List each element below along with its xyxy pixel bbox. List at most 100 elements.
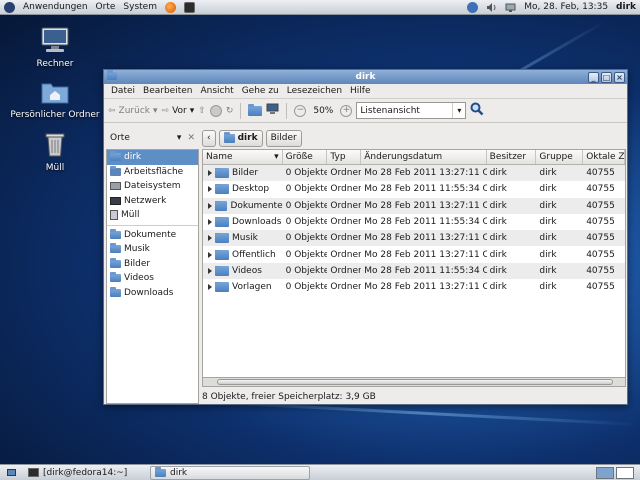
desktop-icon-trash[interactable]: Müll (5, 131, 105, 173)
back-button[interactable]: ⇦ Zurück ▾ (108, 106, 158, 116)
table-row[interactable]: Videos 0 Objekte Ordner Mo 28 Feb 2011 11:5… (203, 262, 625, 280)
close-sidebar-icon[interactable]: ✕ (187, 133, 195, 143)
expander-icon[interactable] (208, 251, 212, 258)
table-row[interactable]: Bilder 0 Objekte Ordner Mo 28 Feb 2011 13:2… (203, 165, 625, 182)
expander-icon[interactable] (208, 235, 212, 242)
view-mode-select[interactable]: Listenansicht ▾ (356, 102, 467, 119)
forward-label: Vor (172, 105, 187, 116)
sidebar-item-filesystem[interactable]: Dateisystem (107, 179, 198, 194)
sidebar-item-videos[interactable]: Videos (107, 271, 198, 286)
menu-view[interactable]: Ansicht (197, 86, 238, 96)
firefox-launcher-icon[interactable] (161, 0, 180, 15)
column-header-size[interactable]: Größe (283, 150, 328, 164)
menu-applications[interactable]: Anwendungen (19, 0, 92, 15)
breadcrumb-back-button[interactable]: ‹ (202, 129, 216, 147)
home-button[interactable] (248, 103, 263, 116)
menu-help[interactable]: Hilfe (347, 86, 375, 96)
cell-group: dirk (539, 282, 557, 293)
horizontal-scrollbar[interactable] (202, 377, 626, 387)
sidebar-item-documents[interactable]: Dokumente (107, 228, 198, 243)
taskbar-item-file-manager[interactable]: dirk (150, 465, 310, 480)
update-icon[interactable] (463, 0, 482, 15)
chevron-down-icon: ▾ (452, 103, 465, 118)
window-titlebar[interactable]: dirk _ □ × (104, 69, 627, 84)
close-button[interactable]: × (614, 71, 625, 83)
menu-file[interactable]: Datei (108, 86, 140, 96)
table-row[interactable]: Desktop 0 Objekte Ordner Mo 28 Feb 2011 11:… (203, 181, 625, 197)
table-row[interactable]: Musik 0 Objekte Ordner Mo 28 Feb 2011 13:27… (203, 230, 625, 247)
minimize-button[interactable]: _ (588, 71, 599, 83)
network-status-icon[interactable] (501, 0, 520, 15)
folder-icon (110, 228, 121, 239)
cell-permissions: 40755 (586, 233, 615, 244)
column-header-permissions[interactable]: Oktale Zu (583, 150, 625, 164)
expander-icon[interactable] (208, 170, 212, 177)
sidebar-item-pictures[interactable]: Bilder (107, 257, 198, 272)
column-header-type[interactable]: Typ (327, 150, 362, 164)
volume-icon[interactable] (482, 0, 501, 15)
home-folder-icon (248, 103, 263, 116)
sidebar-item-downloads[interactable]: Downloads (107, 286, 198, 301)
zoom-in-button[interactable]: + (340, 104, 353, 117)
table-row[interactable]: Vorlagen 0 Objekte Ordner Mo 28 Feb 2011 13… (203, 279, 625, 295)
sidebar-item-music[interactable]: Musik (107, 242, 198, 257)
menu-go[interactable]: Gehe zu (239, 86, 284, 96)
network-icon (110, 196, 121, 205)
expander-icon[interactable] (208, 284, 212, 291)
sidebar-item-network[interactable]: Netzwerk (107, 194, 198, 209)
panel-clock[interactable]: Mo, 28. Feb, 13:35 (520, 0, 612, 15)
expander-icon[interactable] (208, 219, 212, 226)
sidebar-item-desktop[interactable]: Arbeitsfläche (107, 165, 198, 180)
workspace-1[interactable] (596, 466, 614, 479)
sidebar-item-label: dirk (124, 152, 142, 163)
column-header-owner[interactable]: Besitzer (487, 150, 537, 164)
table-row[interactable]: Downloads 0 Objekte Ordner Mo 28 Feb 2011 1… (203, 214, 625, 230)
sidebar-item-label: Downloads (124, 287, 174, 298)
column-header-group[interactable]: Gruppe (536, 150, 584, 164)
stop-button[interactable] (209, 104, 222, 117)
terminal-launcher-icon[interactable] (180, 0, 199, 15)
computer-button[interactable] (266, 103, 279, 118)
menu-bookmarks[interactable]: Lesezeichen (284, 86, 347, 96)
cell-type: Ordner (330, 217, 362, 228)
cell-group: dirk (539, 233, 557, 244)
panel-user[interactable]: dirk (612, 0, 640, 15)
back-arrow-icon: ⇦ (108, 105, 116, 116)
sidebar-item-home[interactable]: dirk (107, 150, 198, 165)
home-folder-icon (5, 80, 105, 107)
folder-icon (110, 257, 121, 268)
taskbar-item-terminal[interactable]: [dirk@fedora14:~] (23, 466, 148, 480)
breadcrumb-item-pictures[interactable]: Bilder (265, 129, 302, 147)
workspace-switcher (596, 466, 640, 479)
sidebar-mode-select[interactable]: Orte (110, 133, 130, 143)
column-header-name[interactable]: Name ▾ (203, 150, 283, 164)
show-desktop-button[interactable] (2, 466, 21, 480)
desktop-icon-computer[interactable]: Rechner (5, 27, 105, 69)
fedora-logo-icon[interactable] (0, 0, 19, 15)
menu-edit[interactable]: Bearbeiten (140, 86, 197, 96)
expander-icon[interactable] (208, 202, 212, 209)
workspace-2[interactable] (616, 466, 634, 479)
table-row[interactable]: Dokumente 0 Objekte Ordner Mo 28 Feb 2011 1… (203, 197, 625, 214)
scrollbar-thumb[interactable] (217, 379, 613, 385)
up-button[interactable]: ⇧ (198, 106, 206, 116)
table-row[interactable]: Öffentlich 0 Objekte Ordner Mo 28 Feb 2011 … (203, 246, 625, 262)
search-button[interactable] (470, 102, 484, 119)
chevron-down-icon[interactable]: ▾ (177, 133, 182, 143)
sidebar-item-trash[interactable]: Müll (107, 208, 198, 223)
menu-system[interactable]: System (119, 0, 161, 15)
forward-button[interactable]: ⇨ Vor ▾ (162, 106, 195, 116)
folder-icon (110, 243, 121, 254)
cell-owner: dirk (489, 249, 507, 260)
column-header-modified[interactable]: Änderungsdatum (361, 150, 487, 164)
cell-size: 0 Objekte (285, 184, 328, 195)
desktop-icon-home[interactable]: Persönlicher Ordner (5, 80, 105, 120)
reload-button[interactable]: ↻ (226, 106, 234, 116)
expander-icon[interactable] (208, 186, 212, 193)
zoom-level: 50% (313, 105, 334, 116)
breadcrumb-item-home[interactable]: dirk (218, 129, 263, 147)
expander-icon[interactable] (208, 267, 212, 274)
zoom-out-button[interactable]: − (294, 104, 307, 117)
maximize-button[interactable]: □ (601, 71, 612, 83)
menu-places[interactable]: Orte (92, 0, 120, 15)
